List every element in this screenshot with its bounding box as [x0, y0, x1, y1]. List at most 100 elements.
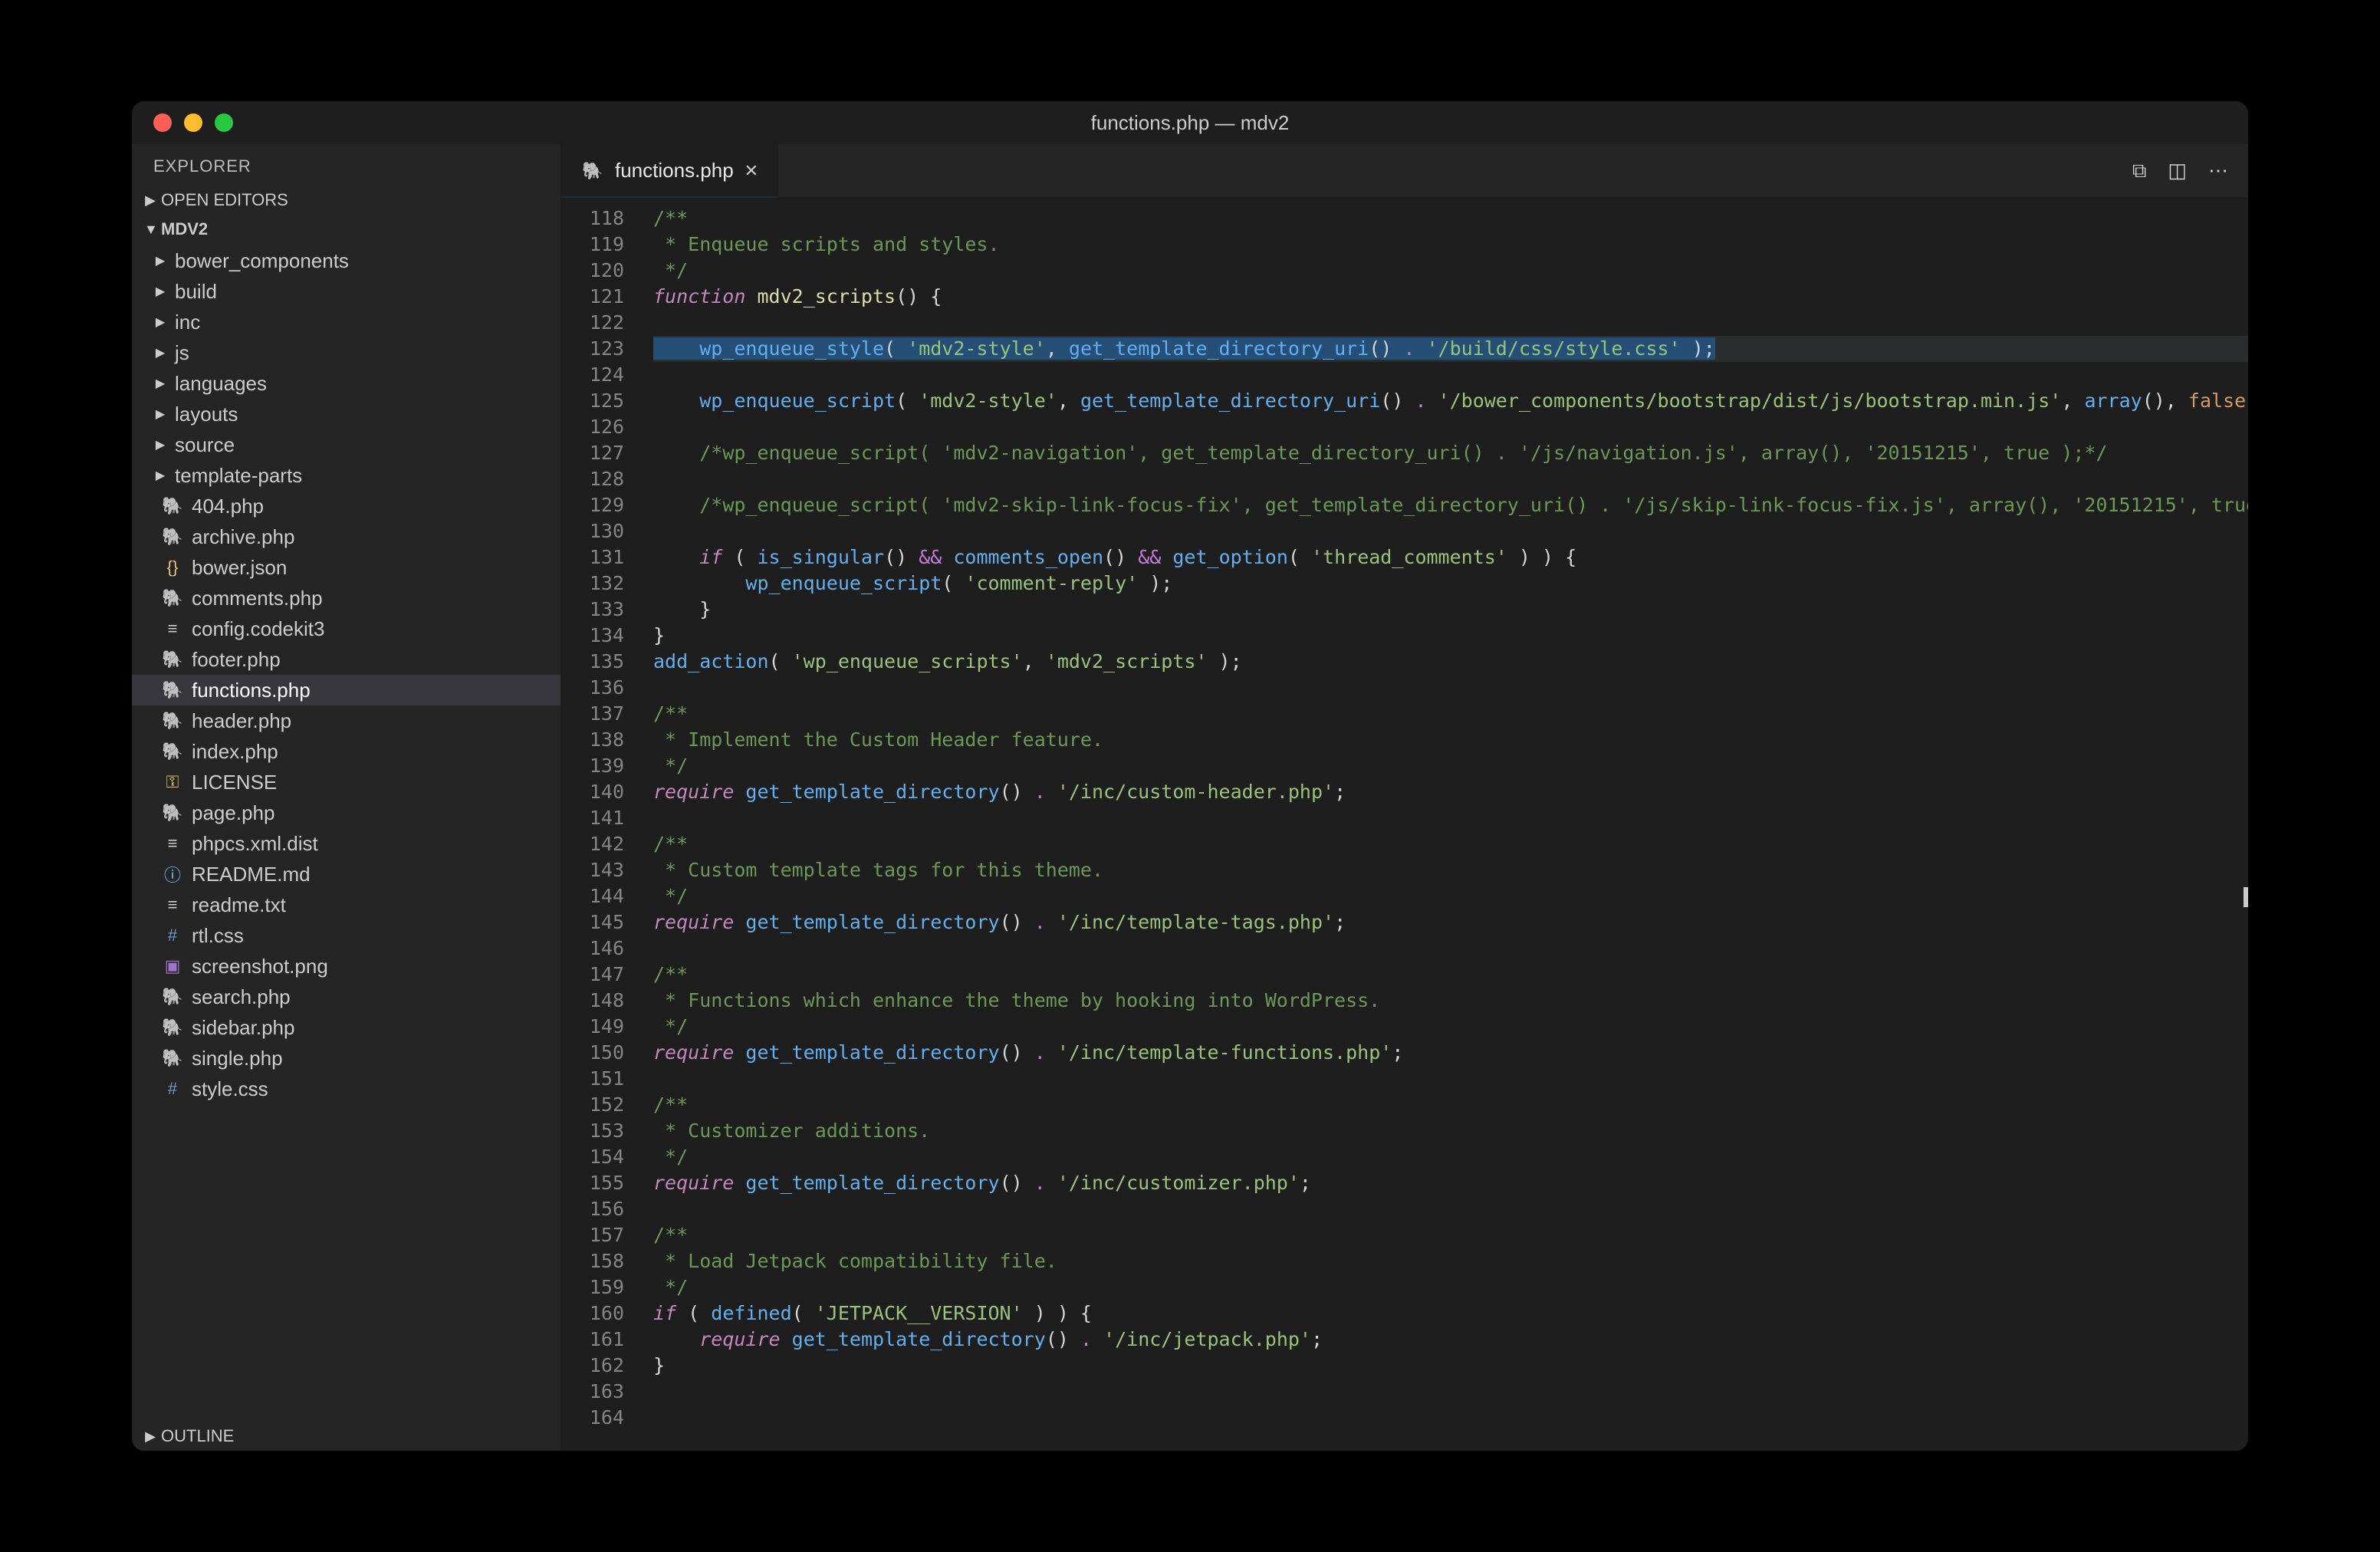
code-line: wp_enqueue_script( 'mdv2-style', get_tem… — [653, 388, 2248, 414]
line-number-gutter: 1181191201211221231241251261271281291301… — [561, 198, 638, 1451]
file-item[interactable]: 🐘comments.php — [132, 583, 560, 613]
line-number: 152 — [561, 1092, 624, 1118]
php-icon: 🐘 — [161, 801, 184, 824]
php-icon: 🐘 — [161, 495, 184, 518]
file-label: 404.php — [192, 495, 264, 518]
tab-bar-actions: ⧉ ◫ ⋯ — [2132, 144, 2248, 197]
code-line: /*wp_enqueue_script( 'mdv2-navigation', … — [653, 440, 2248, 466]
window-maximize-button[interactable] — [215, 113, 233, 132]
code-line — [653, 935, 2248, 962]
file-item[interactable]: ▣screenshot.png — [132, 951, 560, 982]
scrollbar-thumb[interactable] — [2244, 887, 2248, 907]
file-item[interactable]: #style.css — [132, 1074, 560, 1104]
code-content[interactable]: /** * Enqueue scripts and styles. */func… — [638, 198, 2248, 1451]
open-editors-label: OPEN EDITORS — [161, 190, 288, 210]
code-line: /*wp_enqueue_script( 'mdv2-skip-link-foc… — [653, 492, 2248, 518]
file-item[interactable]: 🐘header.php — [132, 705, 560, 736]
line-number: 129 — [561, 492, 624, 518]
file-tree[interactable]: ▶bower_components▶build▶inc▶js▶languages… — [132, 244, 560, 1422]
line-number: 155 — [561, 1170, 624, 1196]
code-line: */ — [653, 883, 2248, 909]
folder-item[interactable]: ▶js — [132, 337, 560, 368]
code-line: */ — [653, 753, 2248, 779]
compare-changes-icon[interactable]: ⧉ — [2132, 159, 2147, 183]
explorer-sidebar: EXPLORER ▶ OPEN EDITORS ▼ MDV2 ▶bower_co… — [132, 144, 561, 1451]
code-line: } — [653, 623, 2248, 649]
file-item[interactable]: 🐘search.php — [132, 982, 560, 1012]
file-item[interactable]: 🐘index.php — [132, 736, 560, 767]
outline-section[interactable]: ▶ OUTLINE — [132, 1422, 560, 1451]
file-label: README.md — [192, 863, 311, 886]
line-number: 157 — [561, 1222, 624, 1248]
file-label: index.php — [192, 740, 278, 764]
line-number: 132 — [561, 570, 624, 597]
php-icon: 🐘 — [581, 159, 604, 182]
folder-item[interactable]: ▶inc — [132, 307, 560, 337]
app-window: functions.php — mdv2 EXPLORER ▶ OPEN EDI… — [132, 101, 2248, 1451]
folder-item[interactable]: ▶layouts — [132, 399, 560, 429]
tab-bar: 🐘 functions.php ✕ ⧉ ◫ ⋯ — [561, 144, 2248, 198]
code-line: */ — [653, 1144, 2248, 1170]
folder-item[interactable]: ▶languages — [132, 368, 560, 399]
file-item[interactable]: ⓘREADME.md — [132, 859, 560, 889]
file-item[interactable]: 🐘page.php — [132, 797, 560, 828]
chevron-right-icon: ▶ — [153, 284, 167, 299]
line-number: 121 — [561, 284, 624, 310]
file-item[interactable]: ⚿LICENSE — [132, 767, 560, 797]
line-number: 125 — [561, 388, 624, 414]
line-number: 137 — [561, 701, 624, 727]
outline-label: OUTLINE — [161, 1426, 234, 1446]
folder-item[interactable]: ▶template-parts — [132, 460, 560, 491]
file-item[interactable]: #rtl.css — [132, 920, 560, 951]
code-line: /** — [653, 1092, 2248, 1118]
code-line: add_action( 'wp_enqueue_scripts', 'mdv2_… — [653, 649, 2248, 675]
file-item[interactable]: ≡readme.txt — [132, 889, 560, 920]
code-line: * Implement the Custom Header feature. — [653, 727, 2248, 753]
code-line: if ( is_singular() && comments_open() &&… — [653, 544, 2248, 570]
line-number: 138 — [561, 727, 624, 753]
window-minimize-button[interactable] — [184, 113, 202, 132]
line-number: 123 — [561, 336, 624, 362]
code-line: */ — [653, 258, 2248, 284]
file-item[interactable]: ≡config.codekit3 — [132, 613, 560, 644]
file-item[interactable]: 🐘 404.php — [132, 491, 560, 521]
line-number: 124 — [561, 362, 624, 388]
open-editors-section[interactable]: ▶ OPEN EDITORS — [132, 186, 560, 215]
line-number: 153 — [561, 1118, 624, 1144]
file-item[interactable]: 🐘sidebar.php — [132, 1012, 560, 1043]
file-item[interactable]: {}bower.json — [132, 552, 560, 583]
file-item[interactable]: ≡phpcs.xml.dist — [132, 828, 560, 859]
more-actions-icon[interactable]: ⋯ — [2208, 159, 2228, 182]
php-icon: 🐘 — [161, 985, 184, 1008]
code-editor[interactable]: 1181191201211221231241251261271281291301… — [561, 198, 2248, 1451]
file-item[interactable]: 🐘archive.php — [132, 521, 560, 552]
code-line: /** — [653, 206, 2248, 232]
file-item[interactable]: 🐘single.php — [132, 1043, 560, 1074]
tab-functions-php[interactable]: 🐘 functions.php ✕ — [561, 144, 779, 197]
code-line: * Functions which enhance the theme by h… — [653, 988, 2248, 1014]
code-line — [653, 805, 2248, 831]
code-line — [653, 1379, 2248, 1405]
file-item[interactable]: 🐘footer.php — [132, 644, 560, 675]
code-line — [653, 1405, 2248, 1431]
folder-label: template-parts — [175, 464, 302, 488]
folder-item[interactable]: ▶bower_components — [132, 245, 560, 276]
img-icon: ▣ — [161, 955, 184, 978]
split-editor-icon[interactable]: ◫ — [2168, 159, 2187, 182]
line-number: 140 — [561, 779, 624, 805]
folder-item[interactable]: ▶source — [132, 429, 560, 460]
line-number: 162 — [561, 1353, 624, 1379]
folder-item[interactable]: ▶build — [132, 276, 560, 307]
code-line — [653, 362, 2248, 388]
code-line: */ — [653, 1014, 2248, 1040]
window-close-button[interactable] — [153, 113, 172, 132]
file-label: phpcs.xml.dist — [192, 832, 318, 856]
tab-close-button[interactable]: ✕ — [745, 161, 758, 181]
project-section[interactable]: ▼ MDV2 — [132, 215, 560, 244]
file-item[interactable]: 🐘functions.php — [132, 675, 560, 705]
line-number: 135 — [561, 649, 624, 675]
line-number: 118 — [561, 206, 624, 232]
line-number: 131 — [561, 544, 624, 570]
file-label: LICENSE — [192, 771, 277, 794]
file-label: footer.php — [192, 648, 281, 672]
